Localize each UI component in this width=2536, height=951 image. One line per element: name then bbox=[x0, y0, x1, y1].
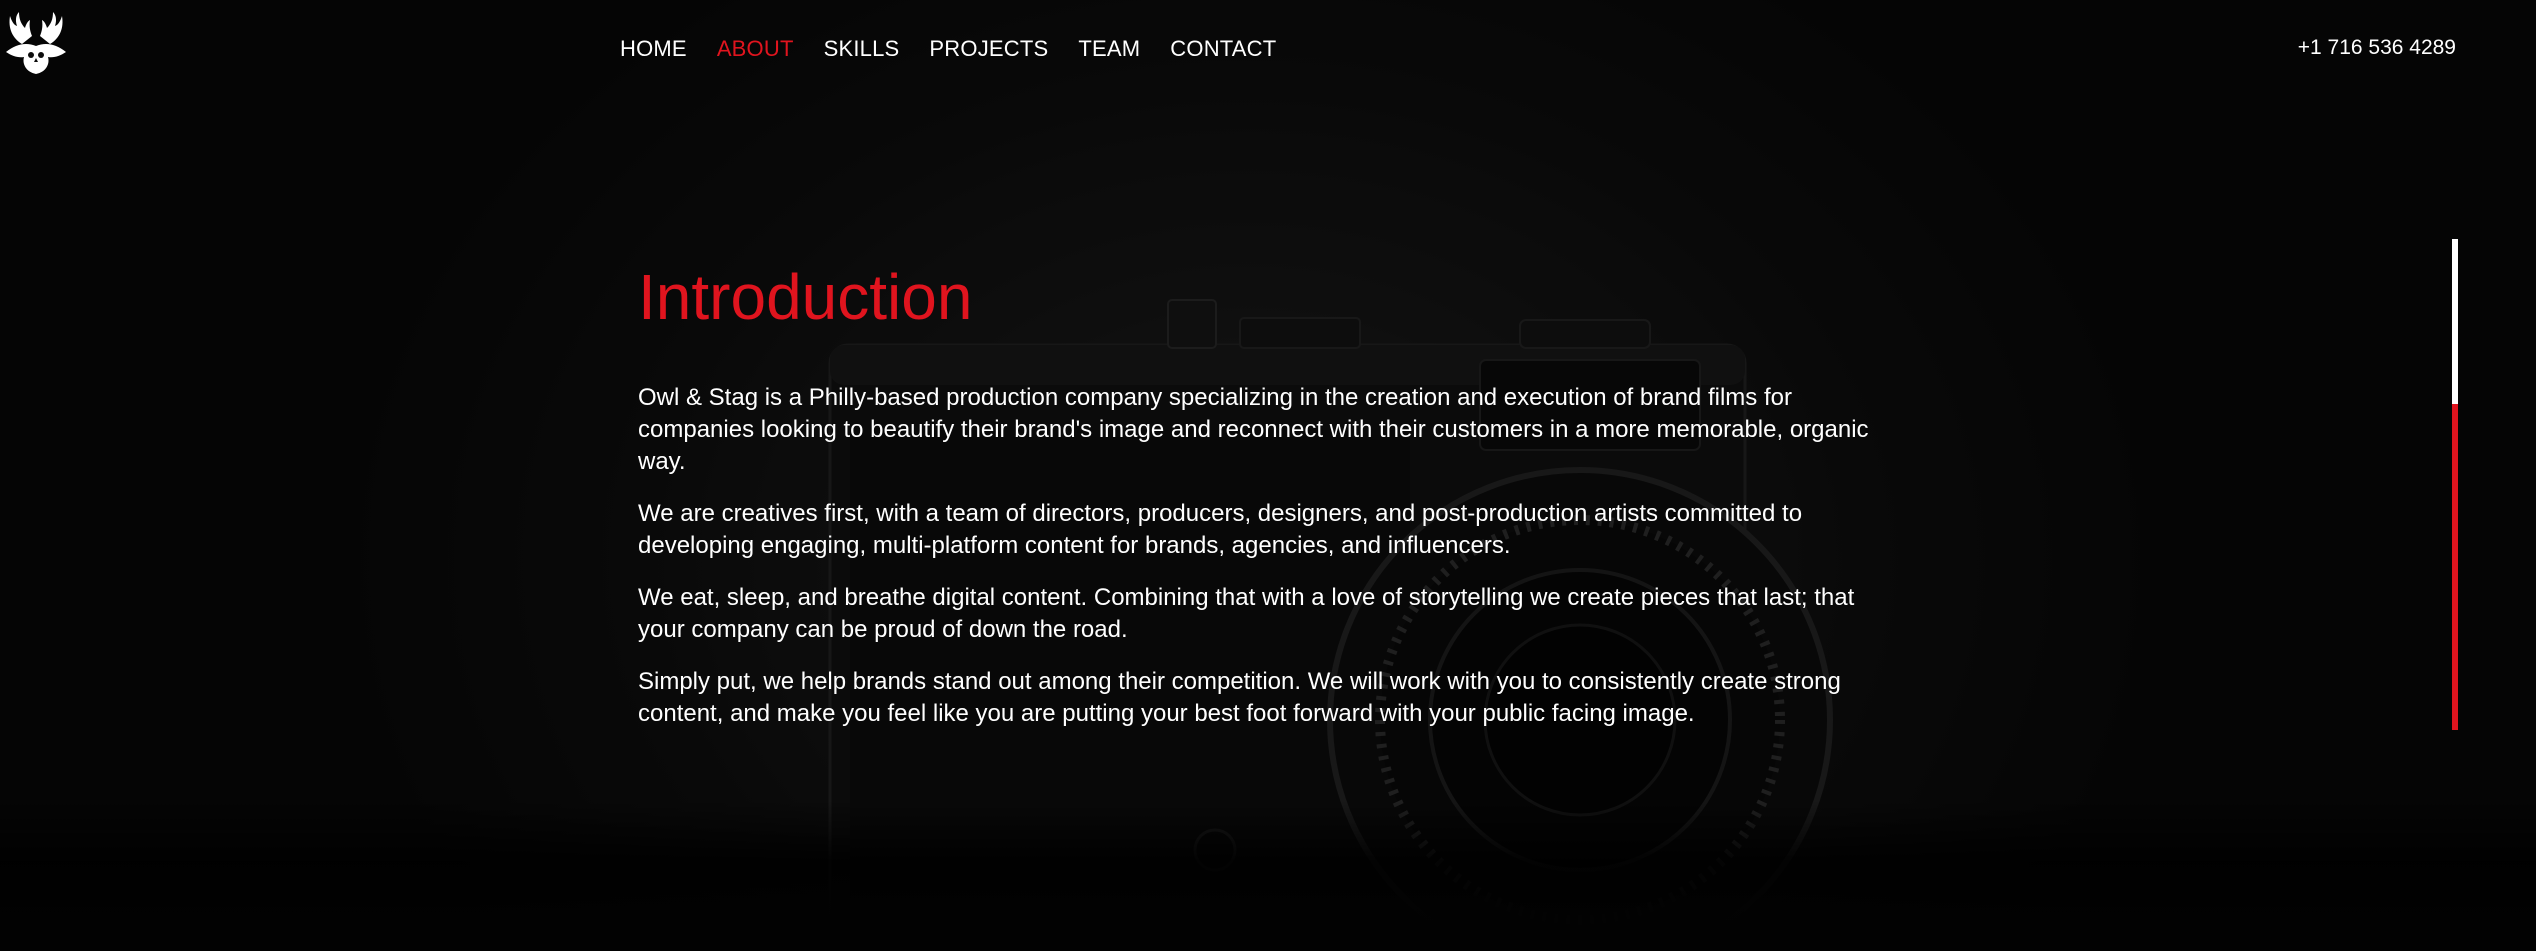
section-scroll-indicator[interactable] bbox=[2452, 239, 2458, 730]
nav-item-about[interactable]: ABOUT bbox=[717, 36, 794, 62]
phone-number-link[interactable]: +1 716 536 4289 bbox=[2298, 36, 2456, 60]
nav-item-team[interactable]: TEAM bbox=[1078, 36, 1140, 62]
main-nav: HOME ABOUT SKILLS PROJECTS TEAM CONTACT bbox=[620, 36, 1276, 62]
intro-paragraph: We eat, sleep, and breathe digital conte… bbox=[638, 584, 1855, 644]
intro-paragraph: Simply put, we help brands stand out amo… bbox=[638, 668, 1841, 728]
scroll-indicator-progress bbox=[2452, 239, 2458, 404]
scroll-indicator-track bbox=[2452, 404, 2458, 730]
page-title: Introduction bbox=[638, 261, 973, 333]
nav-item-skills[interactable]: SKILLS bbox=[824, 36, 900, 62]
intro-section: Introduction Owl & Stag is a Philly-base… bbox=[638, 262, 1883, 750]
nav-item-projects[interactable]: PROJECTS bbox=[929, 36, 1048, 62]
intro-paragraph: Owl & Stag is a Philly-based production … bbox=[638, 384, 1869, 476]
nav-item-home[interactable]: HOME bbox=[620, 36, 687, 62]
intro-paragraph: We are creatives first, with a team of d… bbox=[638, 500, 1803, 560]
nav-item-contact[interactable]: CONTACT bbox=[1170, 36, 1276, 62]
owl-stag-logo-icon[interactable] bbox=[2, 10, 70, 76]
